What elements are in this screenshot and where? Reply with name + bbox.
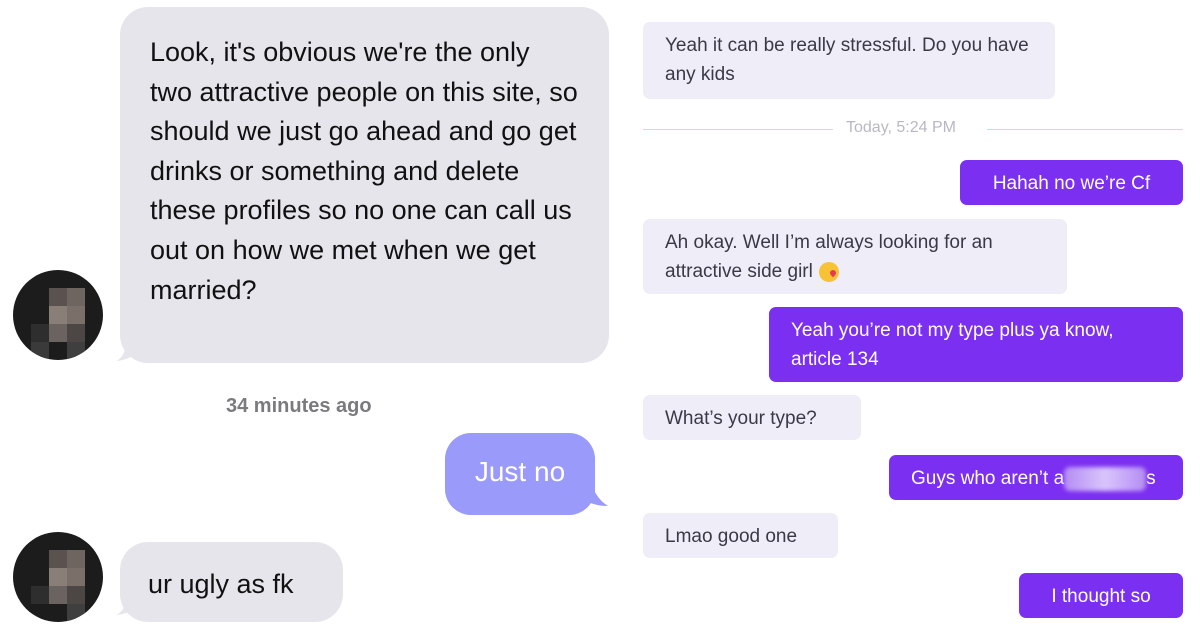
message-text: Yeah you’re not my type plus ya know, ar… xyxy=(791,320,1114,370)
avatar[interactable] xyxy=(13,270,103,360)
incoming-message-bubble[interactable]: Look, it's obvious we're the only two at… xyxy=(120,7,609,363)
message-text-suffix: s xyxy=(1146,468,1156,489)
date-divider-line-right xyxy=(987,129,1183,130)
message-text: Look, it's obvious we're the only two at… xyxy=(150,37,578,305)
incoming-message-bubble[interactable]: Lmao good one xyxy=(643,513,838,558)
left-chat-panel: Look, it's obvious we're the only two at… xyxy=(0,0,620,628)
message-text: Lmao good one xyxy=(665,526,798,547)
avatar[interactable] xyxy=(13,532,103,622)
message-text: ur ugly as fk xyxy=(148,569,294,599)
outgoing-message-bubble[interactable]: I thought so xyxy=(1019,573,1183,618)
message-text: I thought so xyxy=(1051,586,1151,607)
message-text: Guys who aren’t a xyxy=(911,468,1065,489)
incoming-message-bubble[interactable]: What’s your type? xyxy=(643,395,861,440)
timestamp: 34 minutes ago xyxy=(226,395,372,417)
date-divider-line-left xyxy=(643,129,833,130)
outgoing-message-bubble[interactable]: Just no xyxy=(445,433,595,515)
incoming-message-bubble[interactable]: Ah okay. Well I’m always looking for an … xyxy=(643,219,1067,294)
message-text: What’s your type? xyxy=(665,408,817,429)
message-text: Just no xyxy=(474,456,566,487)
date-divider-label: Today, 5:24 PM xyxy=(846,119,956,136)
incoming-message-bubble[interactable]: ur ugly as fk xyxy=(120,542,343,622)
message-text: Yeah it can be really stressful. Do you … xyxy=(665,35,1029,85)
outgoing-message-bubble[interactable]: Hahah no we’re Cf xyxy=(960,160,1183,205)
blurred-word xyxy=(1064,466,1147,491)
outgoing-message-bubble[interactable]: Yeah you’re not my type plus ya know, ar… xyxy=(769,307,1183,382)
outgoing-message-bubble[interactable]: Guys who aren’t a s xyxy=(889,455,1183,500)
kiss-emoji-icon xyxy=(818,261,839,282)
incoming-message-bubble[interactable]: Yeah it can be really stressful. Do you … xyxy=(643,22,1055,99)
message-text: Hahah no we’re Cf xyxy=(992,173,1151,194)
